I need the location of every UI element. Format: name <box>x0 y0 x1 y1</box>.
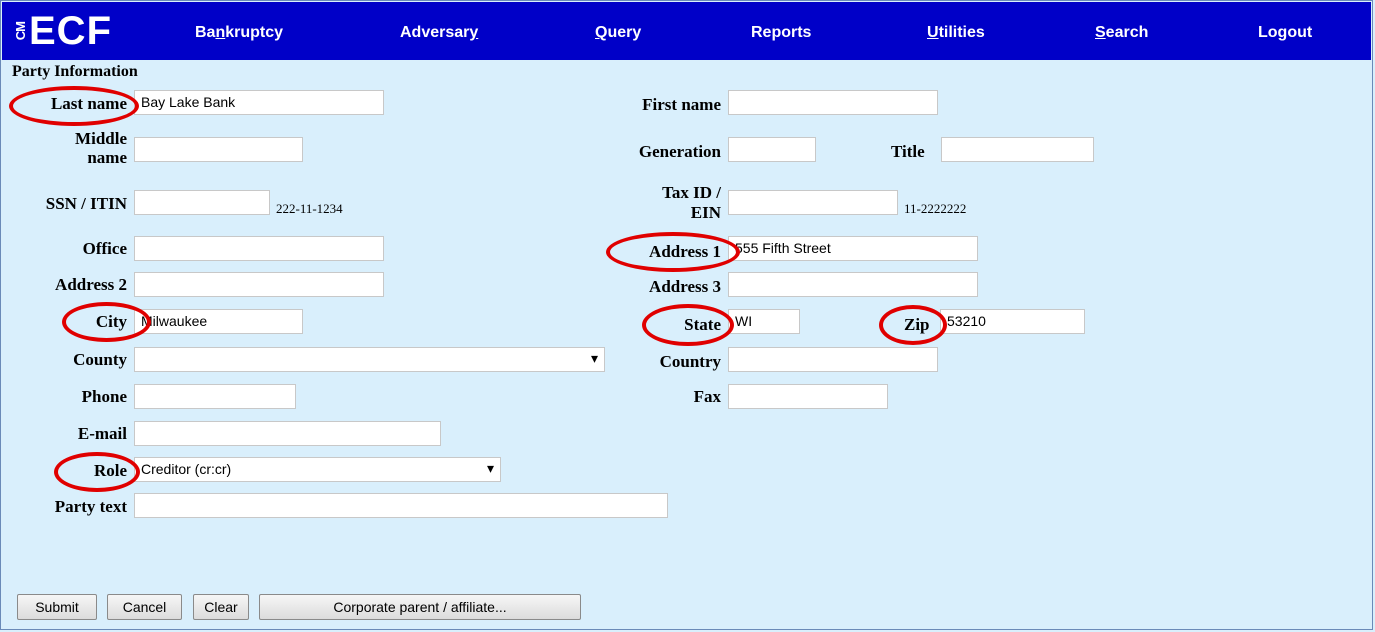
address3-input[interactable] <box>728 272 978 297</box>
address1-label: Address 1 <box>649 242 721 261</box>
party-text-input[interactable] <box>134 493 668 518</box>
nav-adversary[interactable]: Adversary <box>400 24 478 42</box>
cancel-button[interactable]: Cancel <box>107 594 182 620</box>
last-name-label: Last name <box>50 94 127 113</box>
tax-id-format-hint: 11-2222222 <box>904 201 967 216</box>
city-input[interactable]: Milwaukee <box>134 309 303 334</box>
tax-id-label: Tax ID / EIN <box>662 183 721 223</box>
generation-label: Generation <box>638 142 721 161</box>
phone-label: Phone <box>81 387 127 406</box>
address3-label: Address 3 <box>649 277 721 296</box>
email-label: E-mail <box>77 424 127 443</box>
nav-bankruptcy-text-rest: kruptcy <box>225 24 284 41</box>
address2-label: Address 2 <box>55 275 127 294</box>
clear-button[interactable]: Clear <box>193 594 249 620</box>
tax-id-label-line2: EIN <box>690 203 721 222</box>
address1-input[interactable]: 555 Fifth Street <box>728 236 978 261</box>
county-label: County <box>73 350 127 369</box>
role-select[interactable]: Creditor (cr:cr) <box>134 457 501 482</box>
fax-label: Fax <box>693 387 721 406</box>
middle-name-label-line2: name <box>87 148 127 167</box>
last-name-input[interactable]: Bay Lake Bank <box>134 90 384 115</box>
tax-id-label-line1: Tax ID / <box>662 183 721 202</box>
first-name-input[interactable] <box>728 90 938 115</box>
nav-utilities-text: tilities <box>938 24 985 41</box>
email-input[interactable] <box>134 421 441 446</box>
nav-query-hotkey: Q <box>595 24 608 41</box>
nav-search[interactable]: Search <box>1095 24 1148 42</box>
zip-input[interactable]: 53210 <box>940 309 1085 334</box>
middle-name-input[interactable] <box>134 137 303 162</box>
title-label: Title <box>891 142 925 161</box>
generation-input[interactable] <box>728 137 816 162</box>
corporate-parent-button[interactable]: Corporate parent / affiliate... <box>259 594 581 620</box>
first-name-label: First name <box>642 95 721 114</box>
nav-bankruptcy[interactable]: Bankruptcy <box>195 24 283 42</box>
fax-input[interactable] <box>728 384 888 409</box>
state-label: State <box>684 315 721 334</box>
nav-query-text: uery <box>607 24 642 41</box>
ssn-format-hint: 222-11-1234 <box>276 201 343 216</box>
middle-name-label: Middle name <box>75 129 127 167</box>
nav-bankruptcy-text: Ba <box>195 24 216 41</box>
nav-search-hotkey: S <box>1095 24 1106 41</box>
county-select[interactable] <box>134 347 605 372</box>
ssn-input[interactable] <box>134 190 270 215</box>
address2-input[interactable] <box>134 272 384 297</box>
nav-adversary-hotkey: y <box>469 24 479 41</box>
nav-utilities[interactable]: Utilities <box>927 24 985 42</box>
city-label: City <box>95 312 127 331</box>
country-label: Country <box>659 352 721 371</box>
party-text-label: Party text <box>54 497 127 516</box>
cmecf-logo: CM ECF <box>13 8 112 54</box>
ssn-label: SSN / ITIN <box>45 194 127 213</box>
zip-label: Zip <box>904 315 930 334</box>
logo-ecf-text: ECF <box>29 8 112 53</box>
nav-logout[interactable]: Logout <box>1258 24 1312 42</box>
nav-bankruptcy-hotkey: n <box>215 24 226 41</box>
top-navbar: CM ECF Bankruptcy Adversary Query Report… <box>2 2 1371 60</box>
country-input[interactable] <box>728 347 938 372</box>
state-input[interactable]: WI <box>728 309 800 334</box>
nav-query[interactable]: Query <box>595 24 641 42</box>
role-label: Role <box>93 461 127 480</box>
middle-name-label-line1: Middle <box>75 129 127 148</box>
nav-adversary-text: Adversar <box>400 24 470 41</box>
nav-search-text: earch <box>1105 24 1149 41</box>
logo-cm-text: CM <box>13 21 28 41</box>
office-label: Office <box>82 239 127 258</box>
title-input[interactable] <box>941 137 1094 162</box>
section-title: Party Information <box>12 63 138 80</box>
submit-button[interactable]: Submit <box>17 594 97 620</box>
nav-reports[interactable]: Reports <box>751 24 811 42</box>
nav-utilities-hotkey: U <box>927 24 939 41</box>
tax-id-input[interactable] <box>728 190 898 215</box>
office-input[interactable] <box>134 236 384 261</box>
phone-input[interactable] <box>134 384 296 409</box>
